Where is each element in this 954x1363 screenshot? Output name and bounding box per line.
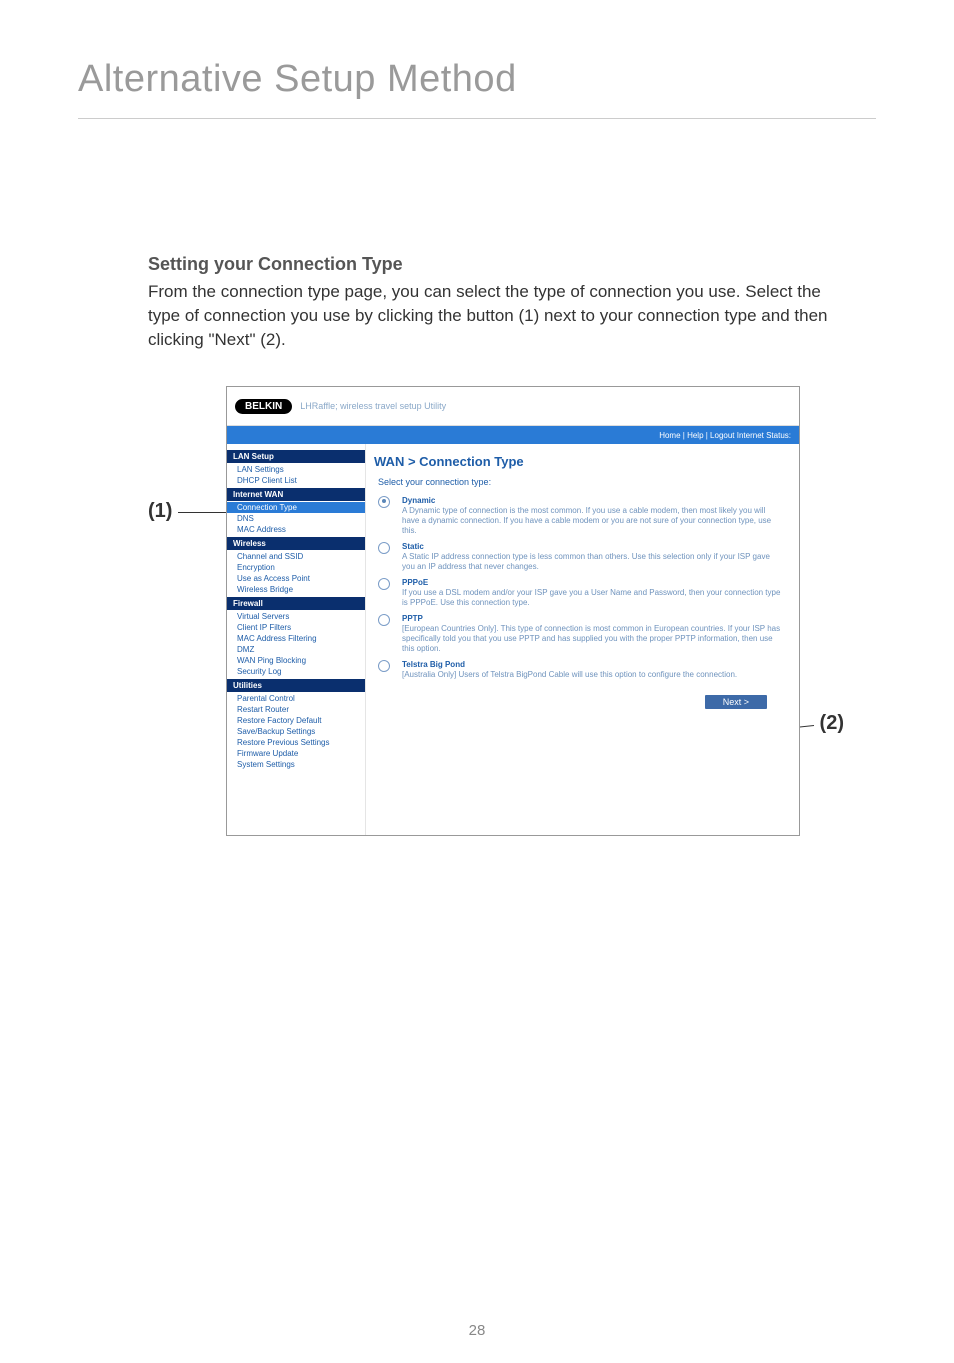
next-button[interactable]: Next >: [705, 695, 767, 709]
sidebar-group-header: LAN Setup: [227, 450, 365, 463]
heading: Setting your Connection Type: [148, 252, 844, 278]
connection-type-row: DynamicA Dynamic type of connection is t…: [374, 493, 787, 539]
sidebar-item[interactable]: Security Log: [227, 666, 365, 677]
connection-type-desc: [Australia Only] Users of Telstra BigPon…: [402, 670, 737, 679]
sidebar-item[interactable]: Firmware Update: [227, 748, 365, 759]
statusbar-text: Home | Help | Logout Internet Status:: [659, 431, 791, 440]
sidebar-group-header: Internet WAN: [227, 488, 365, 501]
horizontal-rule: [78, 118, 876, 119]
connection-type-row: Telstra Big Pond[Australia Only] Users o…: [374, 657, 787, 683]
connection-type-row: PPTP[European Countries Only]. This type…: [374, 611, 787, 657]
connection-type-name: PPPoE: [402, 578, 783, 587]
callout-2: (2): [820, 712, 844, 735]
callout-1-line: [178, 512, 226, 513]
connection-type-desc: [European Countries Only]. This type of …: [402, 624, 780, 653]
sidebar-item[interactable]: MAC Address: [227, 524, 365, 535]
sidebar-group-header: Firewall: [227, 597, 365, 610]
page: Alternative Setup Method Setting your Co…: [0, 0, 954, 1363]
connection-type-desc: A Dynamic type of connection is the most…: [402, 506, 771, 535]
connection-type-table: DynamicA Dynamic type of connection is t…: [374, 493, 787, 683]
sidebar-item[interactable]: System Settings: [227, 759, 365, 770]
sidebar-item[interactable]: MAC Address Filtering: [227, 633, 365, 644]
radio-button[interactable]: [378, 614, 390, 626]
connection-type-desc: A Static IP address connection type is l…: [402, 552, 770, 571]
router-topbar: BELKIN LHRaffle; wireless travel setup U…: [227, 387, 799, 426]
section-title: Alternative Setup Method: [78, 58, 517, 101]
radio-button[interactable]: [378, 578, 390, 590]
page-number: 28: [0, 1322, 954, 1339]
radio-button[interactable]: [378, 496, 390, 508]
radio-button[interactable]: [378, 542, 390, 554]
sidebar-item[interactable]: Connection Type: [227, 502, 365, 513]
content-lead: Select your connection type:: [378, 477, 787, 487]
radio-button[interactable]: [378, 660, 390, 672]
body-text: Setting your Connection Type From the co…: [148, 252, 844, 352]
router-statusbar: Home | Help | Logout Internet Status:: [227, 426, 799, 444]
sidebar-item[interactable]: Client IP Filters: [227, 622, 365, 633]
sidebar-item[interactable]: Restart Router: [227, 704, 365, 715]
sidebar-item[interactable]: LAN Settings: [227, 464, 365, 475]
sidebar-group-header: Wireless: [227, 537, 365, 550]
sidebar-group-header: Utilities: [227, 679, 365, 692]
connection-type-name: Static: [402, 542, 783, 551]
belkin-logo: BELKIN: [235, 399, 292, 414]
router-content: WAN > Connection Type Select your connec…: [366, 444, 799, 836]
sidebar-item[interactable]: Virtual Servers: [227, 611, 365, 622]
sidebar-item[interactable]: DHCP Client List: [227, 475, 365, 486]
sidebar-item[interactable]: Restore Factory Default: [227, 715, 365, 726]
sidebar-item[interactable]: Restore Previous Settings: [227, 737, 365, 748]
product-name: LHRaffle; wireless travel setup Utility: [300, 401, 446, 411]
router-main: LAN SetupLAN SettingsDHCP Client List Int…: [227, 444, 799, 836]
router-sidebar: LAN SetupLAN SettingsDHCP Client List Int…: [227, 444, 366, 836]
sidebar-item[interactable]: Parental Control: [227, 693, 365, 704]
connection-type-row: PPPoEIf you use a DSL modem and/or your …: [374, 575, 787, 611]
connection-type-name: Telstra Big Pond: [402, 660, 783, 669]
sidebar-item[interactable]: Channel and SSID: [227, 551, 365, 562]
sidebar-item[interactable]: DNS: [227, 513, 365, 524]
sidebar-item[interactable]: DMZ: [227, 644, 365, 655]
sidebar-item[interactable]: Use as Access Point: [227, 573, 365, 584]
connection-type-row: StaticA Static IP address connection typ…: [374, 539, 787, 575]
sidebar-item[interactable]: Wireless Bridge: [227, 584, 365, 595]
connection-type-name: Dynamic: [402, 496, 783, 505]
connection-type-desc: If you use a DSL modem and/or your ISP g…: [402, 588, 780, 607]
connection-type-name: PPTP: [402, 614, 783, 623]
content-title: WAN > Connection Type: [374, 454, 787, 469]
sidebar-item[interactable]: Encryption: [227, 562, 365, 573]
paragraph: From the connection type page, you can s…: [148, 282, 828, 349]
callout-1: (1): [148, 500, 172, 523]
router-screenshot: BELKIN LHRaffle; wireless travel setup U…: [226, 386, 800, 836]
sidebar-item[interactable]: Save/Backup Settings: [227, 726, 365, 737]
sidebar-item[interactable]: WAN Ping Blocking: [227, 655, 365, 666]
